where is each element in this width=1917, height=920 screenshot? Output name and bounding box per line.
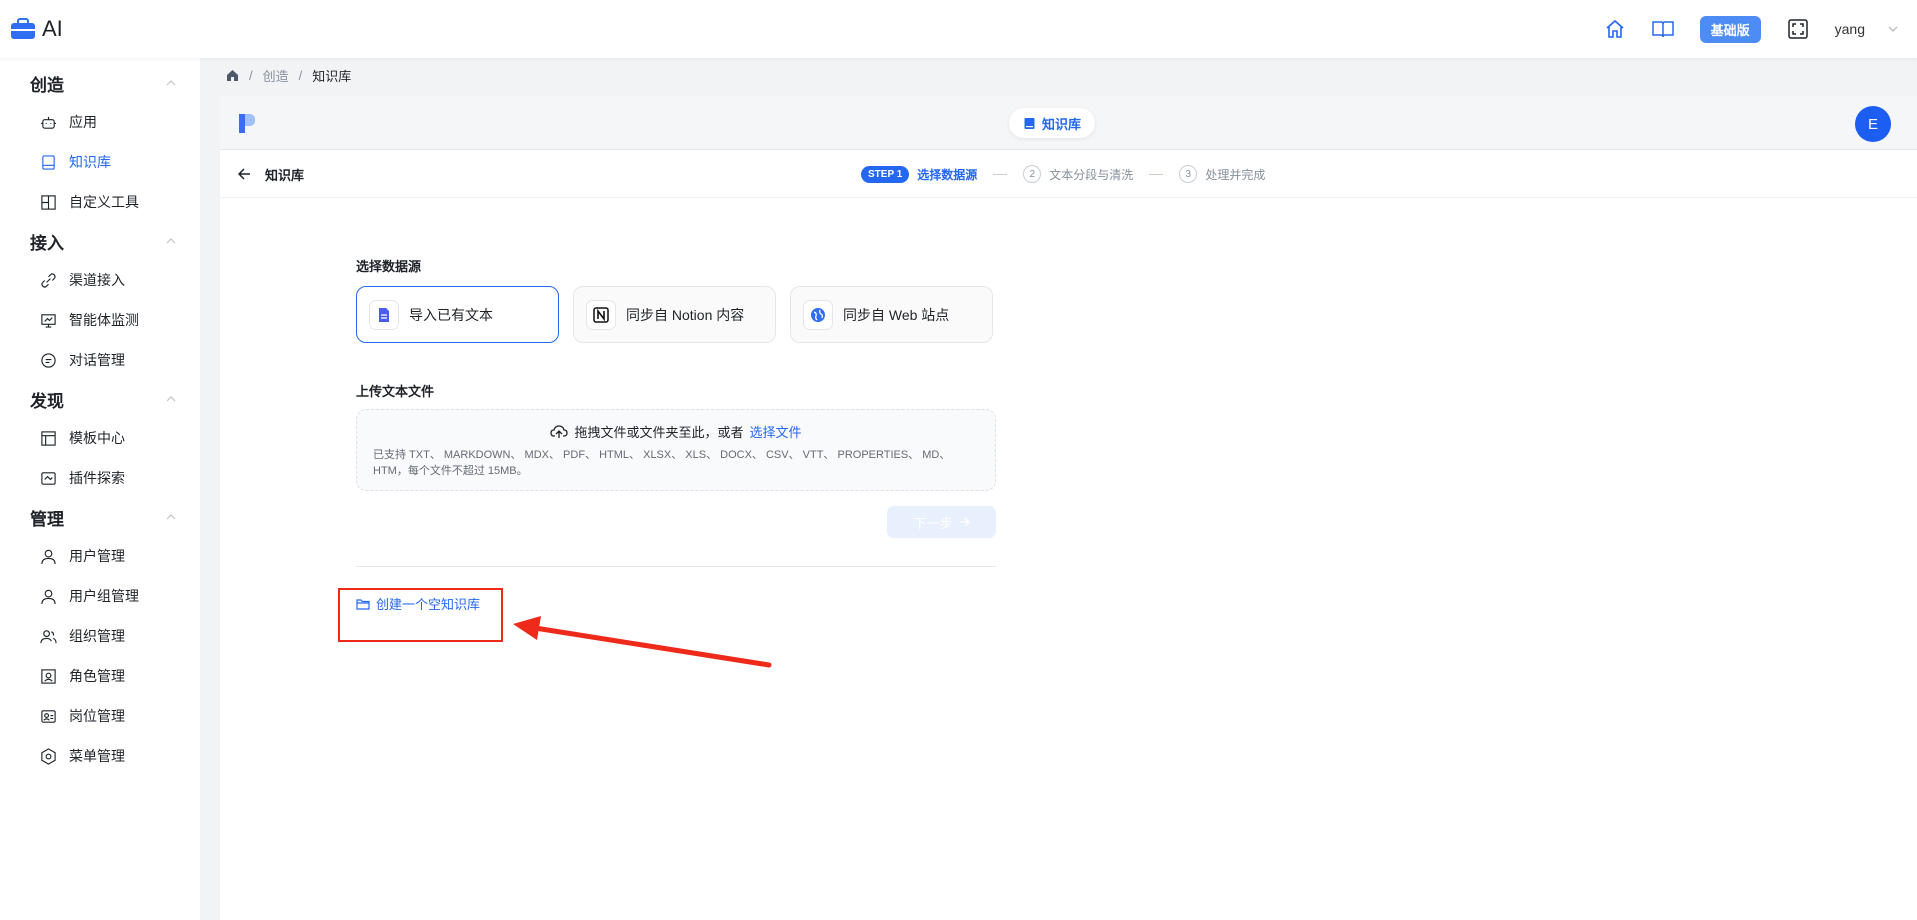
sidebar-item-agent-monitor[interactable]: 智能体监测 [0,300,200,340]
step-badge: STEP 1 [861,165,910,183]
create-empty-kb-link[interactable]: 创建一个空知识库 [356,594,480,613]
step-divider [1149,173,1164,175]
breadcrumb-item-create[interactable]: 创造 [263,66,289,85]
source-section-title: 选择数据源 [356,259,422,274]
book-icon [1024,117,1035,129]
user-icon [41,549,56,564]
chevron-up-icon [166,80,176,86]
dropzone-text: 拖拽文件或文件夹至此，或者 [574,425,744,440]
breadcrumb: / 创造 / 知识库 [226,66,351,85]
knowledge-base-tab[interactable]: 知识库 [1009,108,1096,138]
arrow-left-icon [238,168,250,180]
upload-section-title: 上传文本文件 [356,384,435,399]
sidebar-item-conversations[interactable]: 对话管理 [0,340,200,380]
folder-icon [356,598,370,610]
chevron-up-icon [166,238,176,244]
sidebar: 创造 应用 知识库 自定义工具 接入 渠道接入 智能体监测 对话管理 发现 模板… [0,58,200,920]
sidebar-item-users[interactable]: 用户管理 [0,536,200,576]
template-icon [41,430,56,446]
user-name: yang [1834,21,1865,37]
breadcrumb-separator: / [298,68,303,83]
main-panel: 知识库 E 知识库 STEP 1 选择数据源 2 文本分段与清洗 3 处理并完成… [220,96,1917,920]
next-step-button[interactable]: 下一步 [887,506,996,538]
sidebar-item-positions[interactable]: 岗位管理 [0,696,200,736]
top-bar: AI 基础版 yang [0,0,1917,58]
monitor-icon [41,313,56,328]
tool-icon [41,194,56,210]
source-options: 导入已有文本 同步自 Notion 内容 同步自 Web 站点 [356,286,996,343]
role-icon [41,668,56,684]
source-option-web[interactable]: 同步自 Web 站点 [790,286,993,343]
step-1-label: 选择数据源 [917,167,978,182]
chevron-up-icon [166,396,176,402]
book-icon [42,154,55,170]
user-menu[interactable]: yang [1835,21,1899,37]
panel-header: 知识库 E [220,96,1917,150]
stepper: STEP 1 选择数据源 2 文本分段与清洗 3 处理并完成 [861,150,1265,198]
app-title: AI [42,16,63,41]
sidebar-item-apps[interactable]: 应用 [0,102,200,142]
data-source-form: 选择数据源 导入已有文本 同步自 Notion 内容 同步自 Web 站点 上传… [356,256,996,612]
brand-logo-icon [239,114,255,133]
avatar[interactable]: E [1855,106,1891,142]
step-divider [993,173,1008,175]
step-2-number: 2 [1023,165,1042,183]
globe-icon [803,299,833,330]
step-3-label: 处理并完成 [1205,167,1266,182]
sidebar-group-create[interactable]: 创造 [0,64,200,102]
sidebar-group-access[interactable]: 接入 [0,222,200,260]
file-dropzone[interactable]: 拖拽文件或文件夹至此，或者 选择文件 已支持 TXT、 MARKDOWN、 MD… [356,409,996,491]
sidebar-item-channels[interactable]: 渠道接入 [0,260,200,300]
sidebar-group-manage[interactable]: 管理 [0,498,200,536]
sidebar-item-user-groups[interactable]: 用户组管理 [0,576,200,616]
sidebar-item-roles[interactable]: 角色管理 [0,656,200,696]
divider [356,566,996,567]
briefcase-icon [10,18,36,40]
source-option-notion[interactable]: 同步自 Notion 内容 [573,286,776,343]
sidebar-item-organization[interactable]: 组织管理 [0,616,200,656]
notion-icon [586,299,616,330]
sidebar-group-discover[interactable]: 发现 [0,380,200,418]
chevron-down-icon [1888,26,1898,32]
link-icon [41,272,56,288]
choose-file-link[interactable]: 选择文件 [750,422,802,441]
breadcrumb-separator: / [249,68,253,83]
edition-badge[interactable]: 基础版 [1699,15,1761,43]
chat-icon [41,352,56,368]
user-group-icon [41,589,56,604]
docs-icon[interactable] [1651,18,1674,40]
fullscreen-icon[interactable] [1787,18,1809,40]
step-bar: 知识库 STEP 1 选择数据源 2 文本分段与清洗 3 处理并完成 [220,150,1917,198]
supported-formats: 已支持 TXT、 MARKDOWN、 MDX、 PDF、 HTML、 XLSX、… [373,449,951,477]
org-icon [40,629,57,643]
step-2-label: 文本分段与清洗 [1049,167,1134,182]
chevron-up-icon [166,514,176,520]
document-icon [369,299,399,330]
position-icon [41,709,56,723]
plugin-icon [41,471,56,485]
home-icon[interactable] [1604,18,1626,40]
robot-icon [40,116,57,129]
arrow-right-icon [959,517,970,527]
app-logo[interactable]: AI [10,16,63,42]
cloud-upload-icon [550,425,569,438]
back-button[interactable]: 知识库 [238,150,304,198]
step-3-number: 3 [1179,165,1198,183]
sidebar-item-templates[interactable]: 模板中心 [0,418,200,458]
sidebar-item-plugins[interactable]: 插件探索 [0,458,200,498]
menu-icon [41,747,56,765]
source-option-import-text[interactable]: 导入已有文本 [356,286,559,343]
sidebar-item-menus[interactable]: 菜单管理 [0,736,200,776]
breadcrumb-item-knowledge: 知识库 [312,69,352,84]
home-icon[interactable] [226,69,239,82]
sidebar-item-knowledge[interactable]: 知识库 [0,142,200,182]
sidebar-item-custom-tools[interactable]: 自定义工具 [0,182,200,222]
